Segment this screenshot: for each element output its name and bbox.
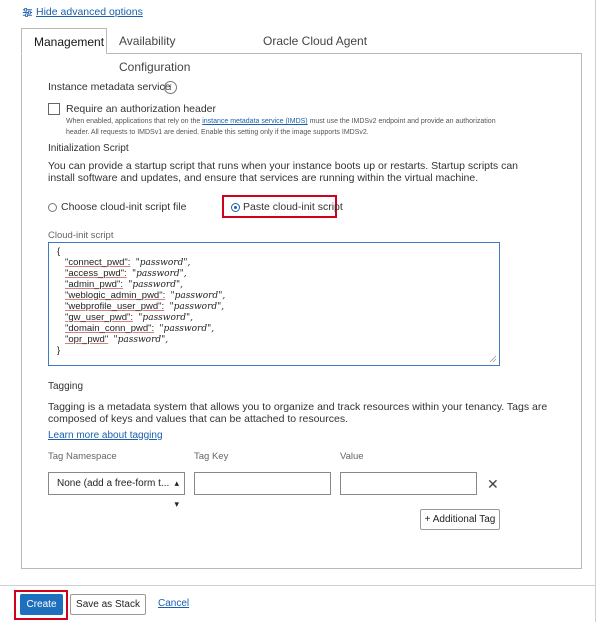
learn-more-tagging-link[interactable]: Learn more about tagging [48, 430, 163, 441]
script-value: "password", [113, 335, 169, 345]
script-open-brace: { [57, 246, 61, 257]
script-line: "connect_pwd": "password", [65, 257, 190, 268]
create-button[interactable]: Create [20, 594, 63, 615]
tag-namespace-select[interactable]: None (add a free-form t... ▴ ▾ [48, 472, 185, 509]
script-line: "admin_pwd": "password", [65, 279, 183, 290]
cloud-init-textarea[interactable]: { "connect_pwd": "password", "access_pwd… [48, 242, 500, 366]
help-text-pre: When enabled, applications that rely on … [66, 118, 203, 125]
sliders-icon [22, 7, 33, 17]
tab-management[interactable]: Management [21, 28, 107, 54]
script-line: "weblogic_admin_pwd": "password", [65, 290, 225, 301]
script-value: "password", [159, 324, 215, 334]
script-line: "webprofile_user_pwd": "password", [65, 301, 224, 312]
resize-handle-icon[interactable] [489, 355, 497, 363]
script-key: "webprofile_user_pwd": [65, 301, 165, 312]
script-value: "password", [128, 280, 183, 290]
tag-key-label: Tag Key [194, 451, 229, 462]
tagging-heading: Tagging [48, 381, 84, 392]
tagging-desc1: Tagging is a metadata system that allows… [48, 401, 548, 413]
metadata-heading: Instance metadata service [48, 81, 171, 93]
script-line: "gw_user_pwd": "password", [65, 312, 193, 323]
paste-script-label: Paste cloud-init script [243, 201, 343, 213]
hide-advanced-options-label: Hide advanced options [36, 6, 143, 18]
paste-script-radio[interactable] [231, 203, 240, 212]
choose-file-radio[interactable] [48, 203, 57, 212]
imds-link[interactable]: instance metadata service (IMDS) [202, 118, 307, 125]
init-script-desc1: You can provide a startup script that ru… [48, 160, 519, 172]
tag-namespace-value: None (add a free-form t... [57, 478, 170, 489]
script-line: "domain_conn_pwd": "password", [65, 323, 214, 334]
script-value: "password", [169, 302, 225, 312]
init-script-desc2: install software and updates, and ensure… [48, 172, 479, 184]
script-key: "connect_pwd": [65, 257, 131, 268]
authorization-header-checkbox[interactable] [48, 103, 60, 115]
tab-availability-configuration[interactable]: Availability Configuration [107, 28, 251, 74]
select-chevron-icon: ▴ ▾ [174, 478, 179, 509]
script-line: "access_pwd": "password", [65, 268, 187, 279]
remove-tag-icon[interactable]: ✕ [487, 476, 499, 493]
tagging-desc2: composed of keys and values that can be … [48, 413, 349, 425]
cloud-init-field-label: Cloud-init script [48, 230, 114, 241]
script-value: "password", [138, 313, 193, 323]
cancel-link[interactable]: Cancel [158, 598, 189, 609]
save-as-stack-button[interactable]: Save as Stack [70, 594, 146, 615]
tab-bar: Management Availability Configuration Or… [21, 28, 379, 74]
footer-divider [0, 585, 596, 586]
tag-key-input[interactable] [194, 472, 331, 495]
script-value: "password", [135, 258, 191, 268]
tab-oracle-cloud-agent[interactable]: Oracle Cloud Agent [251, 28, 379, 54]
authorization-header-label: Require an authorization header [66, 103, 217, 115]
script-key: "access_pwd": [65, 268, 127, 279]
script-key: "opr_pwd" [65, 334, 109, 345]
script-value: "password", [170, 291, 226, 301]
script-close-brace: } [57, 345, 61, 356]
help-text-post: must use the IMDSv2 endpoint and provide… [307, 118, 496, 125]
additional-tag-button[interactable]: + Additional Tag [420, 509, 500, 530]
script-value: "password", [131, 269, 187, 279]
metadata-help-line1: When enabled, applications that rely on … [66, 116, 496, 127]
tag-value-input[interactable] [340, 472, 477, 495]
script-key: "domain_conn_pwd": [65, 323, 155, 334]
tag-value-label: Value [340, 451, 364, 462]
init-script-heading: Initialization Script [48, 143, 129, 154]
hide-advanced-options-link[interactable]: Hide advanced options [22, 6, 143, 18]
choose-file-label: Choose cloud-init script file [61, 201, 187, 213]
script-key: "weblogic_admin_pwd": [65, 290, 166, 301]
script-key: "gw_user_pwd": [65, 312, 134, 323]
script-line: "opr_pwd" "password", [65, 334, 168, 345]
info-icon[interactable]: i [164, 81, 177, 94]
script-key: "admin_pwd": [65, 279, 123, 290]
metadata-help-line2: header. All requests to IMDSv1 are denie… [66, 129, 369, 136]
tag-namespace-label: Tag Namespace [48, 451, 117, 462]
